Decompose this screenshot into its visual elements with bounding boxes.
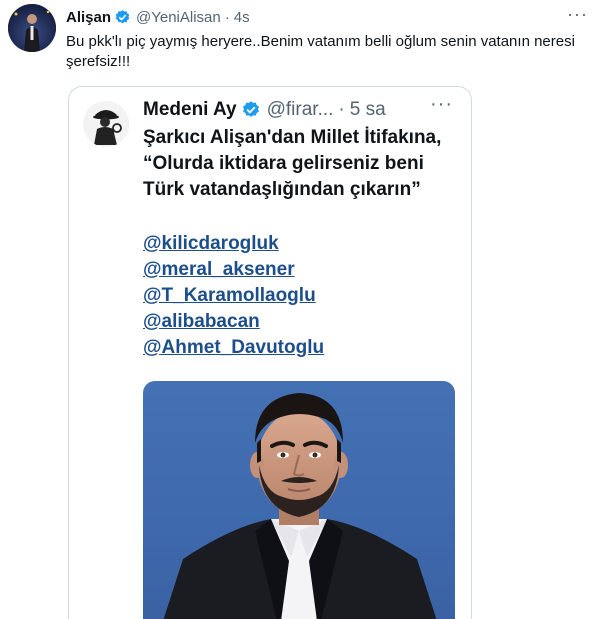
tweet-timestamp[interactable]: 4s: [234, 9, 250, 26]
quoted-tweet-screenshot[interactable]: Medeni Ay @firar... · 5 sa ··· Şarkıcı A…: [68, 86, 472, 619]
quoted-tweet-header: Medeni Ay @firar... · 5 sa: [143, 95, 451, 125]
quoted-author-name: Medeni Ay: [143, 99, 237, 120]
mention-link: @alibabacan: [143, 311, 260, 332]
tweet-header: Alişan @YeniAlisan · 4s: [66, 6, 570, 28]
tweet-text: Bu pkk'lı piç yaymış heryere..Benim vata…: [66, 33, 575, 70]
author-name[interactable]: Alişan: [66, 9, 111, 26]
author-handle[interactable]: @YeniAlisan: [136, 9, 221, 26]
quoted-tweet-text: Şarkıcı Alişan'dan Millet İtifakına, “Ol…: [143, 127, 442, 200]
tweet: Alişan @YeniAlisan · 4s ··· Bu pkk'lı pi…: [0, 0, 600, 619]
quoted-author-handle: @firar...: [266, 99, 334, 120]
more-horizontal-icon[interactable]: ···: [567, 4, 588, 25]
verified-badge-icon: [241, 100, 261, 120]
more-horizontal-icon: ···: [430, 93, 453, 115]
separator-dot: ·: [224, 8, 230, 26]
separator-dot: ·: [338, 99, 345, 120]
mention-link: @meral_aksener: [143, 259, 295, 280]
mention-link: @Ahmet_Davutoglu: [143, 337, 325, 358]
quoted-timestamp: 5 sa: [349, 99, 386, 120]
mention-link: @kilicdarogluk: [143, 233, 279, 254]
author-avatar[interactable]: [8, 4, 56, 52]
portrait-photo: [143, 381, 455, 619]
verified-badge-icon: [114, 9, 131, 26]
mention-link: @T_Karamollaoglu: [143, 285, 316, 306]
quoted-mentions: @kilicdarogluk @meral_aksener @T_Karamol…: [143, 231, 453, 361]
quoted-author-avatar: [83, 101, 129, 147]
